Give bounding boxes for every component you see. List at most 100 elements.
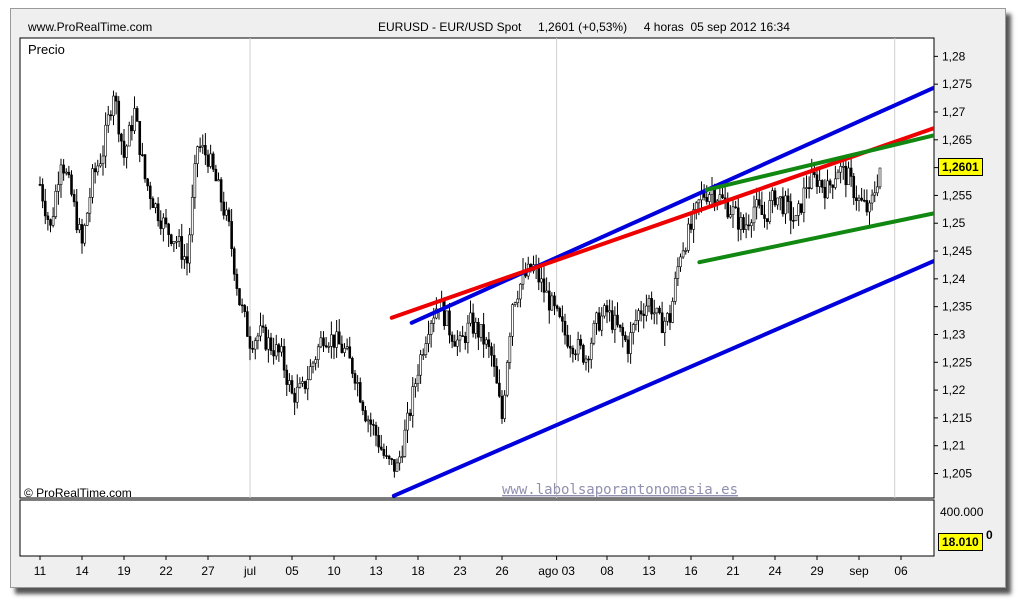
candle-body [243,305,247,312]
candle-body [508,336,512,363]
candle-body [689,223,693,230]
candle-body [684,250,688,252]
candle-body [230,221,233,250]
candle-body [235,273,239,289]
candle-body [127,125,131,147]
candle-body [603,305,606,317]
y-tick-label: 1,225 [942,355,972,369]
candle-body [676,266,680,279]
candle-body [148,185,152,199]
candle-body [870,194,874,204]
candle-body [820,180,824,188]
candle-body [802,187,806,213]
x-tick-label: 27 [201,564,215,578]
candle-body [537,266,541,283]
y-tick-label: 1,21 [942,439,966,453]
candle-body [584,358,588,363]
candle-body [500,395,504,419]
x-tick-label: ago 03 [538,564,575,578]
candle-body [311,362,315,367]
price-chart: 1,281,2751,271,2651,261,2551,251,2451,24… [19,37,984,578]
candle-body [306,379,310,390]
candle-body [264,327,268,350]
candle-body [571,347,575,355]
candle-body [112,95,115,116]
candle-body [561,316,564,322]
candle-body [211,153,215,170]
candle-body [393,459,396,472]
candle-body [345,346,349,349]
candle-body [634,320,638,325]
candle-body [589,342,593,360]
candle-body [860,197,863,201]
candle-body [80,224,84,244]
y-tick-label: 1,22 [942,383,966,397]
candle-body [335,331,338,348]
candle-body [190,197,194,236]
y-axis: 1,281,2751,271,2651,261,2551,251,2451,24… [934,49,972,481]
candle-body [642,313,646,316]
candle-body [358,382,362,403]
candle-body [227,209,231,222]
candle-body [332,334,336,348]
x-axis: 11 14 19 22 27 jul 05 10 13 18 23 26 ago 03 08 13 16 21 2… [34,556,908,578]
candle-body [301,381,304,384]
candle-body [818,180,821,187]
candle-body [600,315,604,331]
candle-body [592,323,596,344]
candle-body [372,424,375,426]
y-tick-label: 1,24 [942,272,966,286]
candle-body [290,380,294,394]
candle-body [99,163,102,167]
candle-body [773,190,777,206]
candle-body [143,154,147,180]
candle-body [752,206,756,224]
candle-body [708,194,711,202]
candle-body [414,383,417,387]
candle-body [377,435,380,448]
candle-body [855,197,858,201]
candle-body [673,278,677,302]
x-tick-label: 21 [726,564,740,578]
candle-body [38,183,42,186]
candle-body [209,153,212,167]
candle-body [862,199,866,202]
x-tick-label: 06 [894,564,908,578]
candle-body [687,223,690,251]
candle-body [668,313,672,323]
candle-body [650,298,653,315]
candle-body [505,362,509,396]
candle-body [826,180,829,199]
volume-top-label: 400.000 [940,505,984,519]
candle-body [253,340,257,350]
candle-body [96,165,100,173]
candle-body [873,192,877,196]
x-tick-label: 08 [600,564,614,578]
candle-body [248,336,252,349]
candle-body [340,343,344,353]
candle-body [613,314,617,330]
candle-body [652,312,656,315]
candle-body [555,305,559,309]
candle-body [406,412,409,431]
candle-body [43,200,47,217]
candle-body [516,298,520,304]
candle-body [172,241,176,244]
candle-body [390,458,394,461]
candle-body [72,194,76,203]
x-tick-label: 23 [453,564,467,578]
candle-body [631,324,635,333]
candle-body [576,339,580,355]
candle-body [839,166,842,173]
candle-body [288,380,291,385]
x-tick-label: sep [849,564,869,578]
candle-body [398,456,401,464]
candle-body [416,374,420,384]
price-panel [19,37,935,499]
candle-body [104,124,107,157]
candle-body [484,339,488,345]
candle-body [836,171,840,180]
candle-body [251,348,254,350]
candle-body [280,346,283,353]
candle-body [558,308,562,317]
